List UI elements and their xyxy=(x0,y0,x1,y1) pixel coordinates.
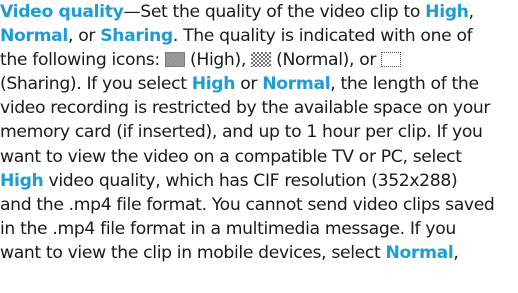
keyword-high: High xyxy=(0,170,44,191)
text-fragment: , or xyxy=(67,26,101,47)
text-fragment: , xyxy=(468,2,474,22)
high-quality-icon xyxy=(164,52,185,68)
text-fragment: . The quality is indicated with one of xyxy=(172,26,473,47)
keyword-normal: Normal xyxy=(385,242,454,263)
sharing-quality-icon xyxy=(381,52,402,68)
text-line-1: Video quality—Set the quality of the vid… xyxy=(0,0,518,24)
text-line-3: the following icons: (High), (Normal), o… xyxy=(0,48,518,72)
text-line-9: and the .mp4 file format. You cannot sen… xyxy=(0,194,495,215)
text-line-4: (Sharing). If you select High or Normal,… xyxy=(0,72,518,96)
text-fragment: (Normal), or xyxy=(271,50,382,71)
text-line-11: want to view the clip in mobile devices,… xyxy=(0,241,518,265)
keyword-normal: Normal xyxy=(262,74,331,95)
text-line-8: High video quality, which has CIF resolu… xyxy=(0,169,518,193)
text-line-5: video recording is restricted by the ava… xyxy=(0,98,491,119)
text-fragment: , the length of the xyxy=(330,74,479,95)
keyword-video-quality: Video quality xyxy=(0,2,124,22)
text-line-10: in the .mp4 file format in a multimedia … xyxy=(0,218,456,239)
text-fragment: , xyxy=(453,242,459,263)
text-line-7: want to view the video on a compatible T… xyxy=(0,146,462,167)
text-fragment: the following icons: xyxy=(0,50,165,71)
keyword-sharing: Sharing xyxy=(100,26,173,47)
text-fragment: want to view the clip in mobile devices,… xyxy=(0,242,386,263)
normal-quality-icon xyxy=(251,52,272,68)
keyword-high: High xyxy=(425,2,469,22)
text-fragment: —Set the quality of the video clip to xyxy=(123,2,426,22)
text-fragment: (Sharing). If you select xyxy=(0,74,192,95)
document-paragraph: Video quality—Set the quality of the vid… xyxy=(0,0,518,265)
text-line-2: Normal, or Sharing. The quality is indic… xyxy=(0,24,518,48)
text-fragment: or xyxy=(235,74,263,95)
keyword-high: High xyxy=(191,74,236,95)
keyword-normal: Normal xyxy=(0,26,68,47)
text-fragment: (High), xyxy=(184,50,252,71)
text-line-6: memory card (if inserted), and up to 1 h… xyxy=(0,122,483,143)
text-fragment: video quality, which has CIF resolution … xyxy=(43,170,458,191)
